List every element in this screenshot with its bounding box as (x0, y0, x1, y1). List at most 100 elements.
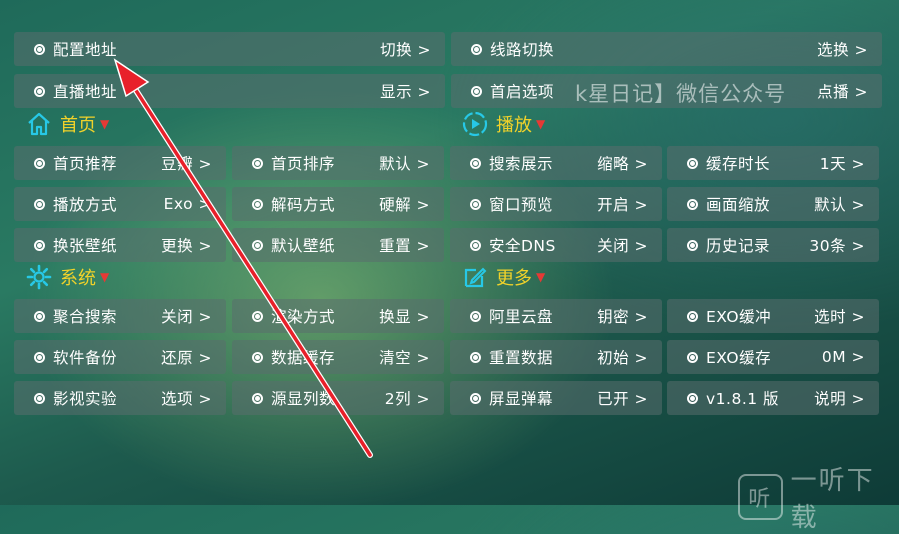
line-switch-option[interactable]: 线路切换 选换 (451, 32, 882, 66)
radio-icon (34, 351, 45, 363)
row-config: 配置地址 切换 线路切换 选换 (14, 32, 882, 66)
radio-icon (252, 351, 263, 363)
radio-icon (34, 85, 45, 97)
gear-icon (26, 264, 52, 290)
setting-label: 默认壁纸 (271, 237, 336, 255)
triangle-down-icon: ▼ (100, 117, 110, 131)
radio-icon (471, 43, 482, 55)
setting-label: 阿里云盘 (489, 308, 554, 326)
radio-icon (252, 198, 263, 210)
setting-option[interactable]: 换张壁纸 更换 (14, 228, 226, 262)
setting-option[interactable]: 解码方式 硬解 (232, 187, 444, 221)
radio-icon (252, 392, 263, 404)
setting-label: 屏显弹幕 (489, 390, 554, 408)
setting-label: 渲染方式 (271, 308, 336, 326)
radio-icon (34, 43, 45, 55)
radio-icon (34, 310, 45, 322)
edit-icon (464, 267, 487, 288)
setting-option[interactable]: 窗口预览 开启 (450, 187, 662, 221)
setting-option[interactable]: 渲染方式 换显 (232, 299, 444, 333)
setting-label: 重置数据 (489, 349, 554, 367)
radio-icon (687, 157, 698, 169)
setting-value: 更换 (161, 234, 212, 256)
setting-option[interactable]: 画面缩放 默认 (667, 187, 879, 221)
setting-value: 1天 (820, 152, 865, 174)
config-address-option[interactable]: 配置地址 切换 (14, 32, 445, 66)
radio-icon (470, 239, 481, 251)
setting-value: 钥密 (597, 305, 648, 327)
setting-label: 窗口预览 (489, 196, 554, 214)
live-address-option[interactable]: 直播地址 显示 (14, 74, 445, 108)
setting-label: 历史记录 (706, 237, 771, 255)
setting-value: 选项 (161, 387, 212, 409)
setting-option[interactable]: 阿里云盘 钥密 (450, 299, 662, 333)
radio-icon (687, 392, 698, 404)
setting-label: 缓存时长 (706, 155, 771, 173)
setting-option[interactable]: 首页推荐 豆瓣 (14, 146, 226, 180)
setting-option[interactable]: 屏显弹幕 已开 (450, 381, 662, 415)
radio-icon (470, 310, 481, 322)
radio-icon (471, 85, 482, 97)
setting-value: 默认 (379, 152, 430, 174)
setting-value: 选时 (814, 305, 865, 327)
setting-label: 数据缓存 (271, 349, 336, 367)
section-more: 更多 ▼ (462, 264, 545, 290)
radio-icon (34, 392, 45, 404)
setting-value: 默认 (814, 193, 865, 215)
setting-option[interactable]: 聚合搜索 关闭 (14, 299, 226, 333)
setting-value: 2列 (385, 387, 430, 409)
radio-icon (252, 157, 263, 169)
radio-icon (687, 310, 698, 322)
watermark-corner-text: 一听下载 (790, 466, 875, 533)
setting-option[interactable]: 历史记录 30条 (667, 228, 879, 262)
setting-option[interactable]: 数据缓存 清空 (232, 340, 444, 374)
setting-option[interactable]: 默认壁纸 重置 (232, 228, 444, 262)
radio-icon (687, 351, 698, 363)
watermark-text: k星日记】微信公众号 (575, 82, 787, 106)
setting-option[interactable]: 影视实验 选项 (14, 381, 226, 415)
setting-value: 0M (822, 348, 865, 366)
radio-icon (470, 392, 481, 404)
setting-value: 说明 (814, 387, 865, 409)
setting-label: 首页排序 (271, 155, 336, 173)
setting-option[interactable]: 缓存时长 1天 (667, 146, 879, 180)
triangle-down-icon: ▼ (100, 270, 110, 284)
setting-label: 换张壁纸 (53, 237, 118, 255)
setting-option[interactable]: 安全DNS 关闭 (450, 228, 662, 262)
setting-label: 播放方式 (53, 196, 118, 214)
watermark-logo-icon: 听 (738, 474, 783, 520)
radio-icon (252, 310, 263, 322)
setting-value: 关闭 (161, 305, 212, 327)
setting-value: 已开 (597, 387, 648, 409)
setting-option[interactable]: 软件备份 还原 (14, 340, 226, 374)
setting-option[interactable]: 搜索展示 缩略 (450, 146, 662, 180)
setting-option[interactable]: 首页排序 默认 (232, 146, 444, 180)
setting-value: 还原 (161, 346, 212, 368)
setting-label: EXO缓存 (706, 349, 772, 367)
setting-option[interactable]: 源显列数 2列 (232, 381, 444, 415)
setting-label: 影视实验 (53, 390, 118, 408)
section-home-title: 首页 (60, 115, 96, 136)
radio-icon (252, 239, 263, 251)
setting-value: 30条 (809, 234, 865, 256)
setting-label: 解码方式 (271, 196, 336, 214)
setting-option[interactable]: EXO缓冲 选时 (667, 299, 879, 333)
setting-option[interactable]: 播放方式 Exo (14, 187, 226, 221)
section-home: 首页 ▼ (26, 111, 109, 137)
radio-icon (34, 157, 45, 169)
setting-option[interactable]: 重置数据 初始 (450, 340, 662, 374)
setting-value: 换显 (379, 305, 430, 327)
setting-label: v1.8.1 版 (706, 390, 780, 408)
radio-icon (34, 239, 45, 251)
section-more-title: 更多 (496, 268, 532, 289)
setting-value: 初始 (597, 346, 648, 368)
setting-label: 软件备份 (53, 349, 118, 367)
setting-value: 开启 (597, 193, 648, 215)
setting-option[interactable]: v1.8.1 版 说明 (667, 381, 879, 415)
section-play-title: 播放 (496, 115, 532, 136)
setting-option[interactable]: EXO缓存 0M (667, 340, 879, 374)
setting-value: 豆瓣 (161, 152, 212, 174)
radio-icon (470, 351, 481, 363)
play-icon (462, 111, 488, 137)
setting-label: EXO缓冲 (706, 308, 772, 326)
